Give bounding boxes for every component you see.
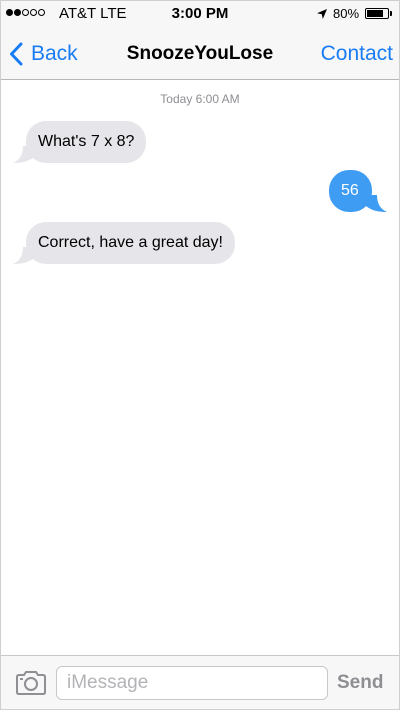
send-button[interactable]: Send (337, 670, 383, 696)
message-row-incoming: Correct, have a great day! (13, 222, 235, 264)
message-bubble-incoming[interactable]: Correct, have a great day! (26, 222, 235, 264)
message-bubble-incoming[interactable]: What's 7 x 8? (26, 121, 147, 163)
battery-cap (390, 11, 392, 16)
battery-level (367, 10, 383, 17)
message-timestamp: Today 6:00 AM (160, 92, 240, 106)
message-composer: Send (1, 655, 399, 709)
imessage-input[interactable] (56, 666, 328, 700)
phone-screen: AT&T LTE 3:00 PM 80% Back SnoozeYouLose … (0, 0, 400, 710)
battery-percent: 80% (333, 6, 360, 21)
status-bar: AT&T LTE 3:00 PM 80% (1, 1, 399, 29)
navigation-bar: Back SnoozeYouLose Contact (1, 29, 399, 80)
message-thread[interactable]: Today 6:00 AM What's 7 x 8? 56 Correct, … (1, 80, 399, 655)
location-arrow-icon (317, 9, 327, 19)
contact-button[interactable]: Contact (321, 39, 393, 69)
message-bubble-outgoing[interactable]: 56 (329, 170, 372, 212)
battery-icon (365, 8, 389, 19)
camera-icon[interactable] (15, 670, 47, 696)
message-row-incoming: What's 7 x 8? (13, 121, 147, 163)
message-row-outgoing: 56 (329, 170, 387, 212)
